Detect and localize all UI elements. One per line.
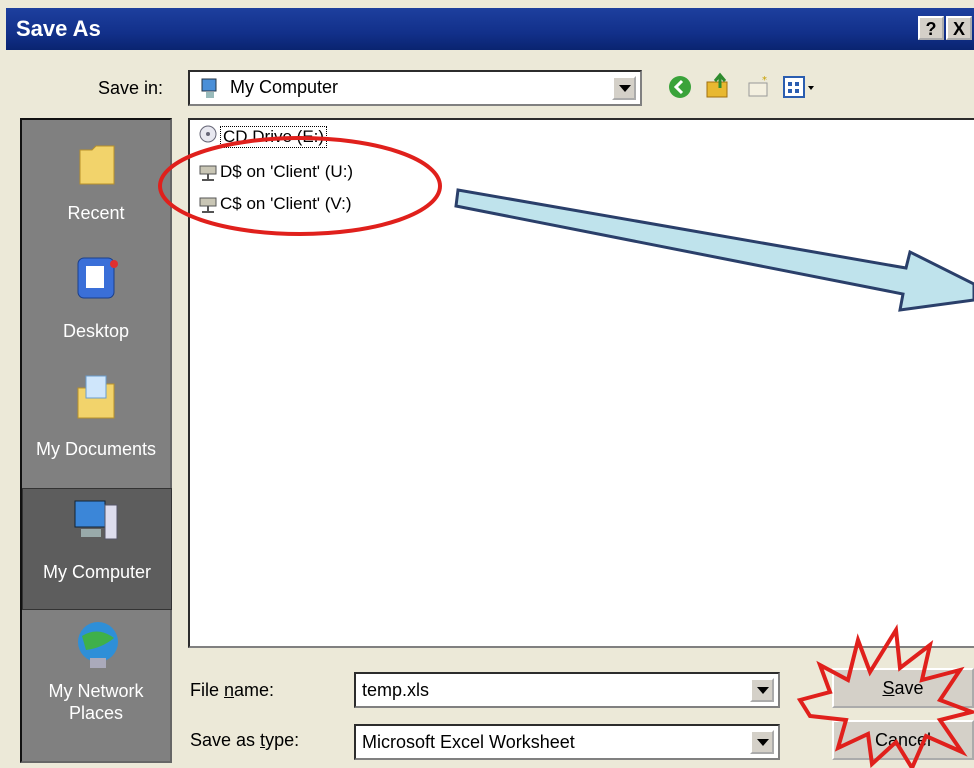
highlight-ellipse <box>158 136 442 236</box>
highlight-starburst <box>796 623 974 768</box>
annotation-overlay <box>158 136 974 768</box>
pointer-arrow <box>454 188 974 312</box>
